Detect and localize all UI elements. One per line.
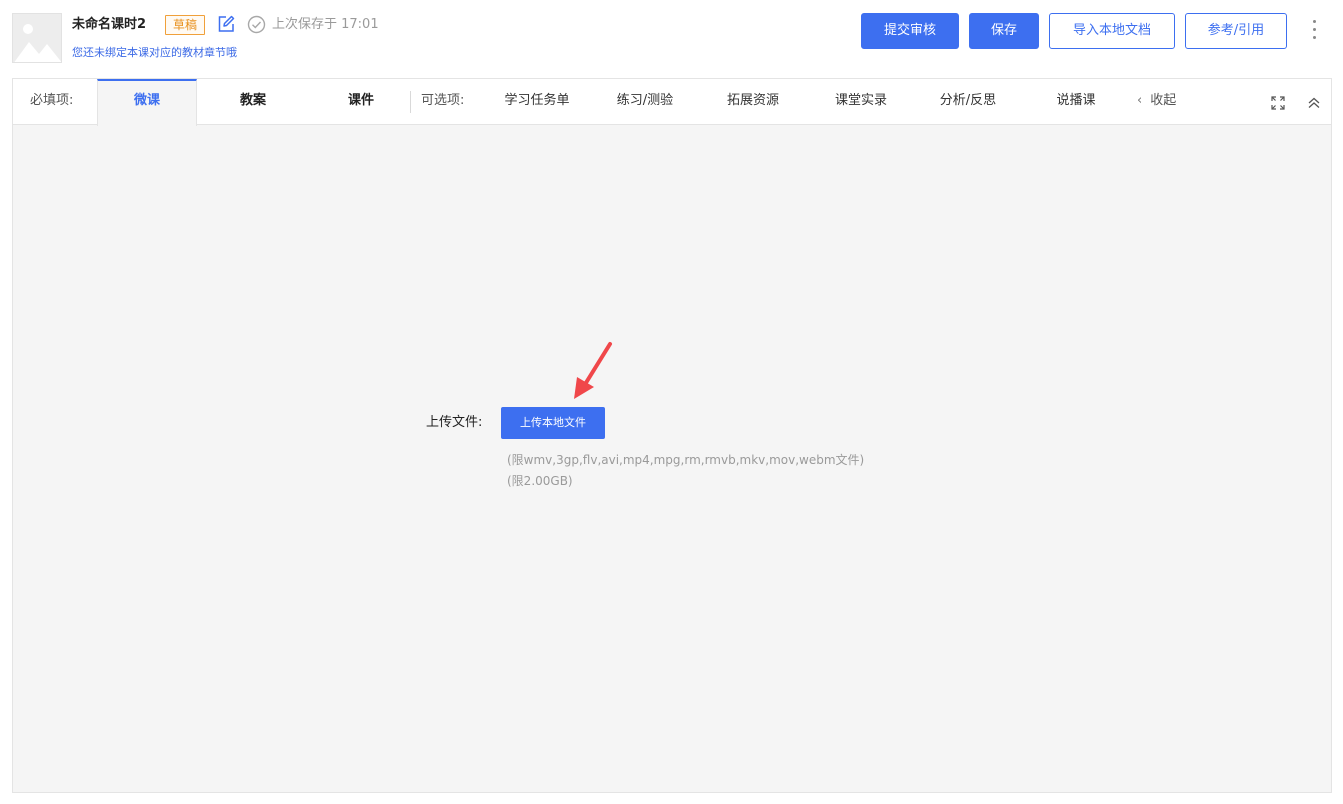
upload-local-file-button[interactable]: 上传本地文件 — [501, 407, 605, 439]
chevron-left-icon: ‹ — [1137, 93, 1143, 108]
save-button[interactable]: 保存 — [969, 13, 1039, 49]
tab-extended-resources[interactable]: 拓展资源 — [703, 79, 803, 125]
import-document-button[interactable]: 导入本地文档 — [1049, 13, 1175, 49]
upload-file-label: 上传文件: — [426, 415, 483, 430]
status-badge: 草稿 — [165, 15, 206, 35]
submit-review-button[interactable]: 提交审核 — [861, 13, 959, 49]
tab-divider — [410, 91, 411, 113]
tab-courseware[interactable]: 课件 — [311, 79, 411, 125]
tab-micro-lesson[interactable]: 微课 — [97, 79, 197, 126]
check-circle-icon — [247, 15, 266, 34]
image-placeholder-icon — [13, 14, 61, 62]
tab-lecture[interactable]: 说播课 — [1026, 79, 1126, 125]
tab-bar: 必填项: 微课 教案 课件 可选项: 学习任务单 练习/测验 拓展资源 课堂实录… — [13, 79, 1331, 126]
optional-label: 可选项: — [421, 93, 465, 108]
chevron-double-up-icon[interactable] — [1307, 95, 1321, 109]
reference-button[interactable]: 参考/引用 — [1185, 13, 1287, 49]
page-header: 未命名课时2 草稿 上次保存于 17:01 您还未绑定本课对应的教材章节哦 提交… — [0, 0, 1343, 78]
tab-classroom-record[interactable]: 课堂实录 — [811, 79, 911, 125]
lesson-thumbnail — [12, 13, 62, 63]
save-status: 上次保存于 17:01 — [272, 17, 379, 32]
required-label: 必填项: — [30, 93, 74, 108]
fullscreen-icon[interactable] — [1271, 95, 1285, 110]
collapse-tabs-button[interactable]: ‹ 收起 — [1137, 79, 1176, 125]
tab-exercise[interactable]: 练习/测验 — [595, 79, 695, 125]
tab-lesson-plan[interactable]: 教案 — [203, 79, 303, 125]
upload-size-hint: (限2.00GB) — [507, 474, 573, 488]
upload-format-hint: (限wmv,3gp,flv,avi,mp4,mpg,rm,rmvb,mkv,mo… — [507, 453, 865, 467]
collapse-label: 收起 — [1150, 93, 1177, 108]
tab-analysis-reflection[interactable]: 分析/反思 — [918, 79, 1018, 125]
edit-icon[interactable] — [216, 14, 236, 34]
tab-task-sheet[interactable]: 学习任务单 — [487, 79, 587, 125]
bind-textbook-link[interactable]: 您还未绑定本课对应的教材章节哦 — [72, 44, 237, 62]
pointer-arrow-icon — [574, 342, 612, 399]
lesson-title: 未命名课时2 — [72, 17, 147, 32]
more-vertical-icon[interactable] — [1306, 17, 1322, 43]
content-panel: 必填项: 微课 教案 课件 可选项: 学习任务单 练习/测验 拓展资源 课堂实录… — [12, 78, 1332, 793]
